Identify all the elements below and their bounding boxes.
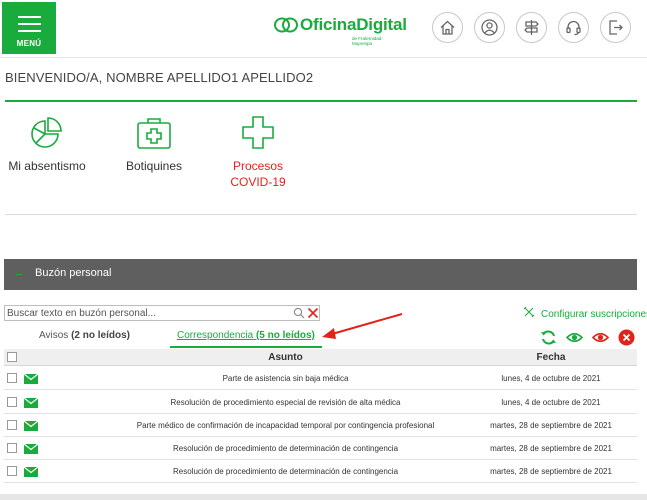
row-subject: Resolución de procedimiento de determina…: [172, 467, 399, 476]
row-checkbox[interactable]: [7, 373, 17, 383]
envelope-icon: [24, 398, 38, 408]
welcome-message: BIENVENIDO/A, NOMBRE APELLIDO1 APELLIDO2: [5, 70, 314, 85]
directions-button[interactable]: [516, 12, 547, 43]
row-checkbox[interactable]: [7, 466, 17, 476]
logout-button[interactable]: [600, 12, 631, 43]
logo[interactable]: OficinaDigital de Fraternidad-Muprespa: [274, 14, 407, 46]
profile-button[interactable]: [474, 12, 505, 43]
table-row[interactable]: Resolución de procedimiento de determina…: [4, 460, 637, 483]
home-button[interactable]: [432, 12, 463, 43]
tile-label: Botiquines: [125, 159, 183, 173]
annotation-arrow-icon: [322, 313, 403, 339]
delete-icon[interactable]: [618, 329, 635, 346]
envelope-icon: [24, 444, 38, 454]
table-row[interactable]: Parte de asistencia sin baja médica lune…: [4, 367, 637, 390]
search-box: [4, 305, 320, 321]
headset-icon: [566, 20, 581, 36]
select-all-checkbox[interactable]: [7, 352, 17, 362]
table-row[interactable]: Parte médico de confirmación de incapaci…: [4, 414, 637, 437]
tile-mi-absentismo[interactable]: Mi absentismo: [4, 116, 90, 174]
logout-icon: [609, 20, 623, 35]
first-aid-kit-icon: [137, 118, 171, 149]
footer-divider: [0, 494, 647, 500]
tile-label: Procesos COVID-19: [218, 158, 298, 190]
tab-count: (2 no leídos): [71, 330, 130, 341]
health-cross-icon: [242, 116, 274, 149]
table-header: Asunto Fecha: [4, 349, 637, 366]
table-row[interactable]: Resolución de procedimiento especial de …: [4, 391, 637, 414]
hamburger-icon: [18, 16, 41, 18]
user-icon: [481, 19, 498, 36]
tools-icon: [523, 306, 535, 318]
pie-chart-icon: [31, 117, 62, 148]
envelope-icon: [24, 374, 38, 384]
tile-label: Mi absentismo: [8, 159, 86, 173]
support-button[interactable]: [558, 12, 589, 43]
row-subject: Resolución de procedimiento especial de …: [170, 398, 401, 407]
row-date: martes, 28 de septiembre de 2021: [490, 467, 612, 476]
mark-unread-icon[interactable]: [592, 329, 609, 346]
tab-avisos[interactable]: Avisos (2 no leídos): [39, 330, 130, 341]
hamburger-bar: [18, 23, 41, 25]
search-icon[interactable]: [293, 307, 305, 319]
row-subject: Resolución de procedimiento de determina…: [172, 444, 399, 453]
row-checkbox[interactable]: [7, 397, 17, 407]
table-row[interactable]: Resolución de procedimiento de determina…: [4, 437, 637, 460]
envelope-icon: [24, 467, 38, 477]
row-date: lunes, 4 de octubre de 2021: [501, 398, 601, 407]
section-title: Buzón personal: [35, 267, 112, 279]
row-subject: Parte médico de confirmación de incapaci…: [136, 421, 435, 430]
row-date: lunes, 4 de octubre de 2021: [501, 374, 601, 383]
header: MENÚ OficinaDigital de Fraternidad-Mupre…: [0, 0, 647, 58]
column-header-fecha[interactable]: Fecha: [474, 352, 628, 363]
row-date: martes, 28 de septiembre de 2021: [490, 421, 612, 430]
tab-correspondencia[interactable]: Correspondencia (5 no leídos): [177, 330, 315, 341]
buzon-section-header[interactable]: Buzón personal: [4, 259, 637, 290]
row-checkbox[interactable]: [7, 420, 17, 430]
tab-label: Correspondencia: [177, 330, 254, 341]
envelope-icon: [24, 421, 38, 431]
row-checkbox[interactable]: [7, 443, 17, 453]
logo-mark-icon: [274, 17, 298, 33]
config-label: Configurar suscripciones: [541, 309, 647, 320]
logo-tagline: de Fraternidad-Muprespa: [352, 36, 383, 46]
signpost-icon: [524, 20, 539, 35]
row-subject: Parte de asistencia sin baja médica: [222, 374, 349, 383]
tab-count: (5 no leídos): [255, 330, 315, 341]
divider: [5, 214, 637, 215]
tile-procesos-covid[interactable]: Procesos COVID-19: [218, 116, 298, 190]
search-input[interactable]: [5, 306, 287, 320]
row-date: martes, 28 de septiembre de 2021: [490, 444, 612, 453]
tab-label: Avisos: [39, 330, 69, 341]
tile-label-line2: COVID-19: [230, 175, 286, 189]
mark-read-icon[interactable]: [566, 329, 583, 346]
tile-label-line1: Procesos: [232, 159, 284, 173]
divider: [5, 100, 637, 102]
refresh-icon[interactable]: [540, 329, 557, 346]
menu-label: MENÚ: [16, 39, 42, 48]
column-header-asunto[interactable]: Asunto: [48, 352, 523, 363]
collapse-icon: [16, 274, 22, 275]
tile-botiquines[interactable]: Botiquines: [118, 116, 190, 174]
logo-name: OficinaDigital: [300, 15, 407, 34]
active-tab-indicator: [170, 346, 322, 348]
hamburger-bar: [18, 30, 41, 32]
menu-button[interactable]: MENÚ: [2, 2, 56, 54]
home-icon: [440, 20, 455, 35]
